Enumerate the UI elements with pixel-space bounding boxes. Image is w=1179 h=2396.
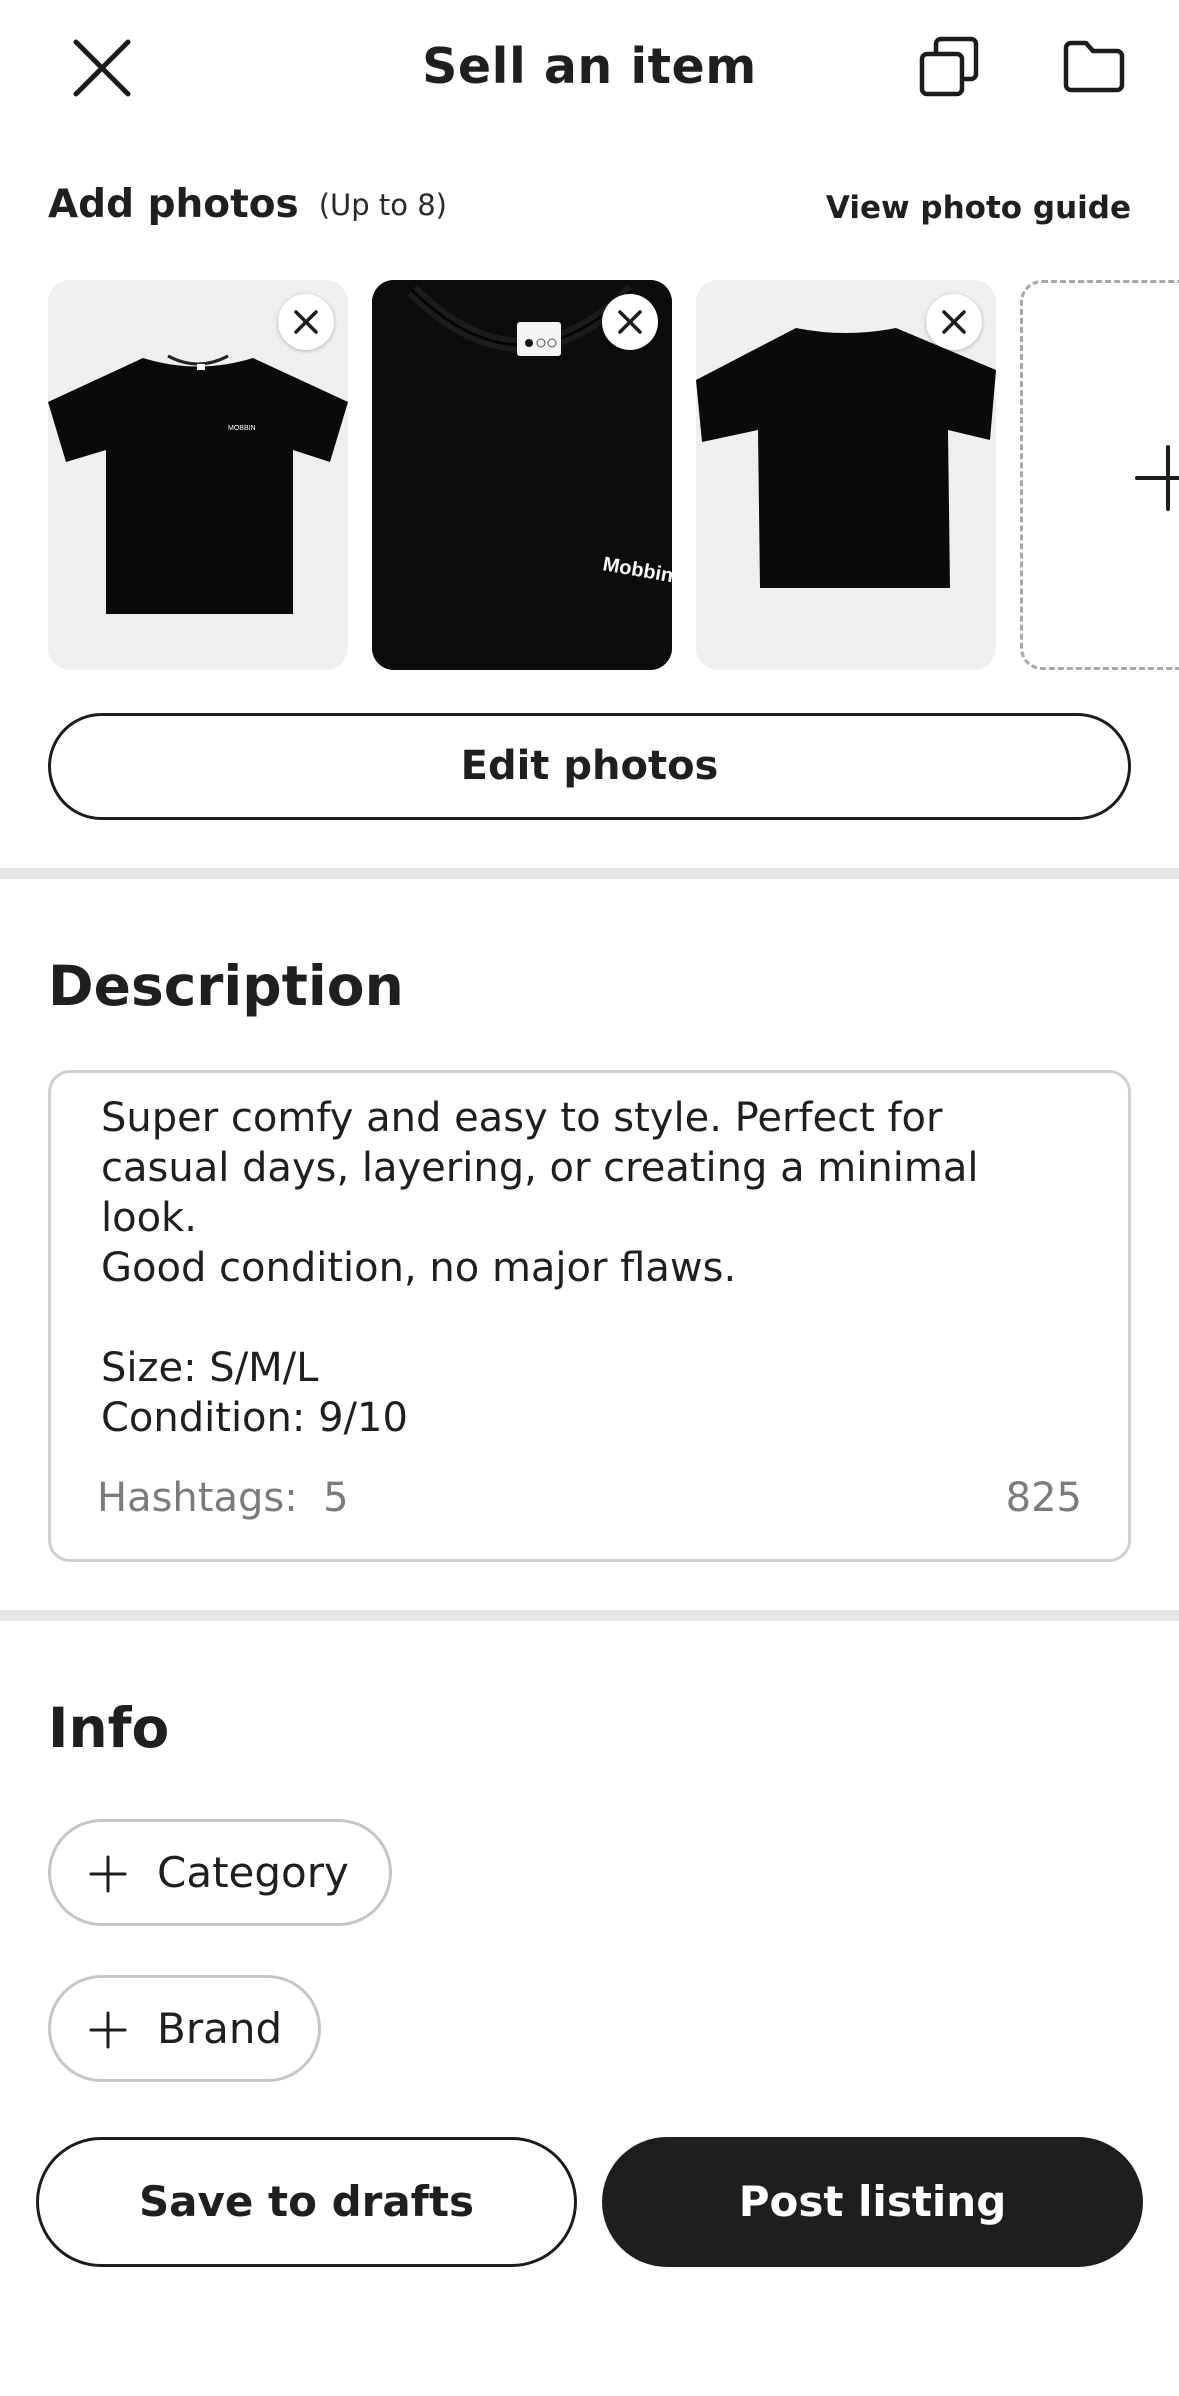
edit-photos-button[interactable]: Edit photos: [48, 713, 1131, 820]
copy-icon: [919, 36, 979, 97]
photo-thumbnail[interactable]: MOBBIN: [48, 280, 348, 670]
photo-thumbnail[interactable]: [696, 280, 996, 670]
description-text[interactable]: Super comfy and easy to style. Perfect f…: [101, 1093, 1081, 1443]
photo-strip[interactable]: MOBBIN Mobbin: [48, 280, 1179, 670]
add-photo-tile[interactable]: [1020, 280, 1179, 670]
description-textarea[interactable]: Super comfy and easy to style. Perfect f…: [48, 1070, 1131, 1562]
plus-icon: [1135, 445, 1179, 511]
folder-icon: [1063, 40, 1125, 93]
category-chip[interactable]: Category: [48, 1819, 392, 1926]
save-to-drafts-button[interactable]: Save to drafts: [36, 2137, 577, 2267]
page-title: Sell an item: [422, 38, 757, 95]
close-icon: [618, 310, 642, 334]
photos-limit: (Up to 8): [318, 187, 447, 222]
post-listing-button[interactable]: Post listing: [602, 2137, 1143, 2267]
section-divider: [0, 868, 1179, 879]
hashtags-count: 5: [323, 1475, 349, 1521]
remove-photo-button[interactable]: [602, 294, 658, 350]
info-heading: Info: [48, 1696, 170, 1760]
remove-photo-button[interactable]: [926, 294, 982, 350]
hashtags-label: Hashtags:: [97, 1475, 298, 1521]
description-heading: Description: [48, 954, 404, 1018]
section-divider: [0, 1610, 1179, 1621]
plus-icon: [89, 2011, 127, 2049]
close-icon: [942, 310, 966, 334]
photo-guide-link[interactable]: View photo guide: [826, 190, 1131, 226]
drafts-folder-button[interactable]: [1062, 38, 1126, 96]
brand-chip[interactable]: Brand: [48, 1975, 321, 2082]
hashtags-counter: Hashtags: 5: [97, 1475, 349, 1521]
description-footer: Hashtags: 5 825: [97, 1475, 1082, 1525]
character-count: 825: [1005, 1475, 1082, 1521]
category-chip-label: Category: [157, 1848, 349, 1897]
photos-heading: Add photos: [48, 182, 299, 227]
photos-header: Add photos (Up to 8) View photo guide: [48, 182, 1131, 234]
shirt-logo: MOBBIN: [228, 425, 256, 432]
plus-icon: [89, 1855, 127, 1893]
remove-photo-button[interactable]: [278, 294, 334, 350]
duplicate-button[interactable]: [918, 36, 980, 98]
brand-chip-label: Brand: [157, 2004, 283, 2053]
header: Sell an item: [0, 0, 1179, 136]
photo-thumbnail[interactable]: Mobbin: [372, 280, 672, 670]
close-icon: [294, 310, 318, 334]
